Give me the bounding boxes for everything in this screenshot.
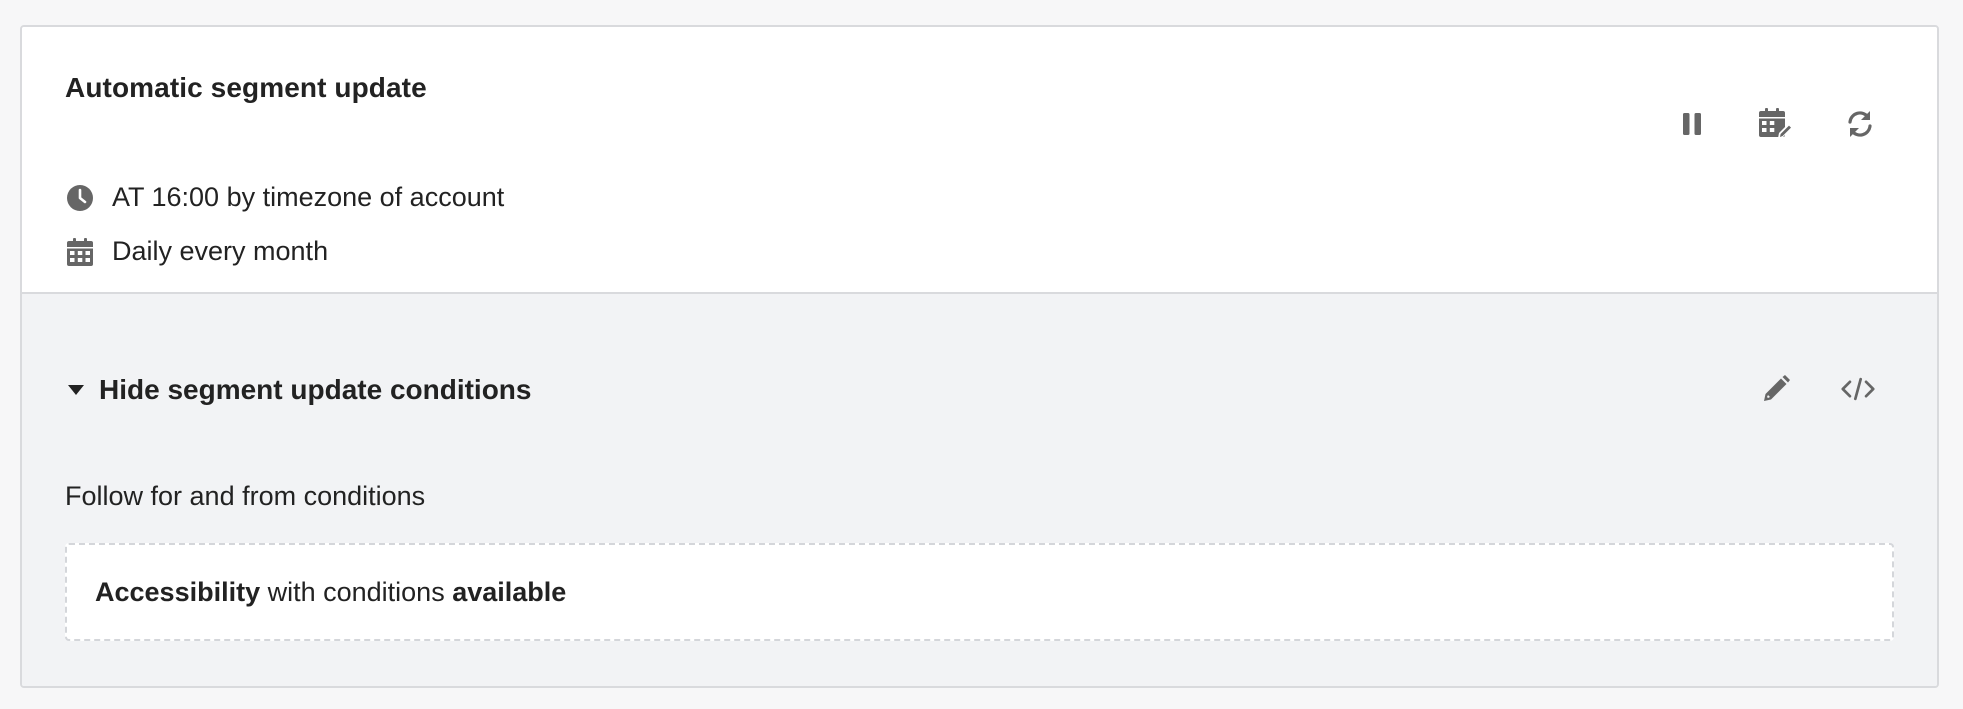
- pencil-icon: [1764, 375, 1790, 401]
- condition-connector: with conditions: [260, 576, 453, 607]
- conditions-section: Hide segment update conditions Follow fo…: [22, 294, 1937, 686]
- schedule-frequency-text: Daily every month: [112, 236, 329, 266]
- toggle-label: Hide segment update conditions: [99, 374, 532, 405]
- card-title: Automatic segment update: [65, 72, 427, 103]
- schedule-section: Automatic segment update AT 16:00 by tim…: [22, 27, 1937, 292]
- hide-conditions-toggle[interactable]: Hide segment update conditions: [65, 374, 531, 406]
- edit-schedule-button[interactable]: [1759, 107, 1793, 141]
- clock-icon: [65, 183, 95, 213]
- pause-button[interactable]: [1675, 107, 1709, 141]
- calendar-icon: [65, 237, 95, 267]
- conditions-actions: [1759, 372, 1875, 406]
- follow-conditions-label: Follow for and from conditions: [65, 481, 426, 511]
- segment-update-card: Automatic segment update AT 16:00 by tim…: [20, 25, 1939, 688]
- pause-icon: [1683, 113, 1701, 135]
- refresh-button[interactable]: [1843, 107, 1877, 141]
- calendar-edit-icon: [1759, 108, 1793, 138]
- refresh-icon: [1848, 111, 1872, 137]
- schedule-frequency-row: Daily every month: [65, 236, 328, 267]
- schedule-actions: [1675, 107, 1877, 141]
- view-code-button[interactable]: [1841, 372, 1875, 406]
- condition-value: available: [452, 576, 567, 607]
- schedule-time-row: AT 16:00 by timezone of account: [65, 182, 504, 213]
- condition-rule: Accessibility with conditions available: [65, 543, 1894, 641]
- code-icon: [1841, 377, 1875, 401]
- caret-down-icon: [65, 379, 87, 401]
- edit-conditions-button[interactable]: [1759, 372, 1793, 406]
- schedule-time-text: AT 16:00 by timezone of account: [112, 182, 505, 212]
- condition-field: Accessibility: [95, 576, 261, 607]
